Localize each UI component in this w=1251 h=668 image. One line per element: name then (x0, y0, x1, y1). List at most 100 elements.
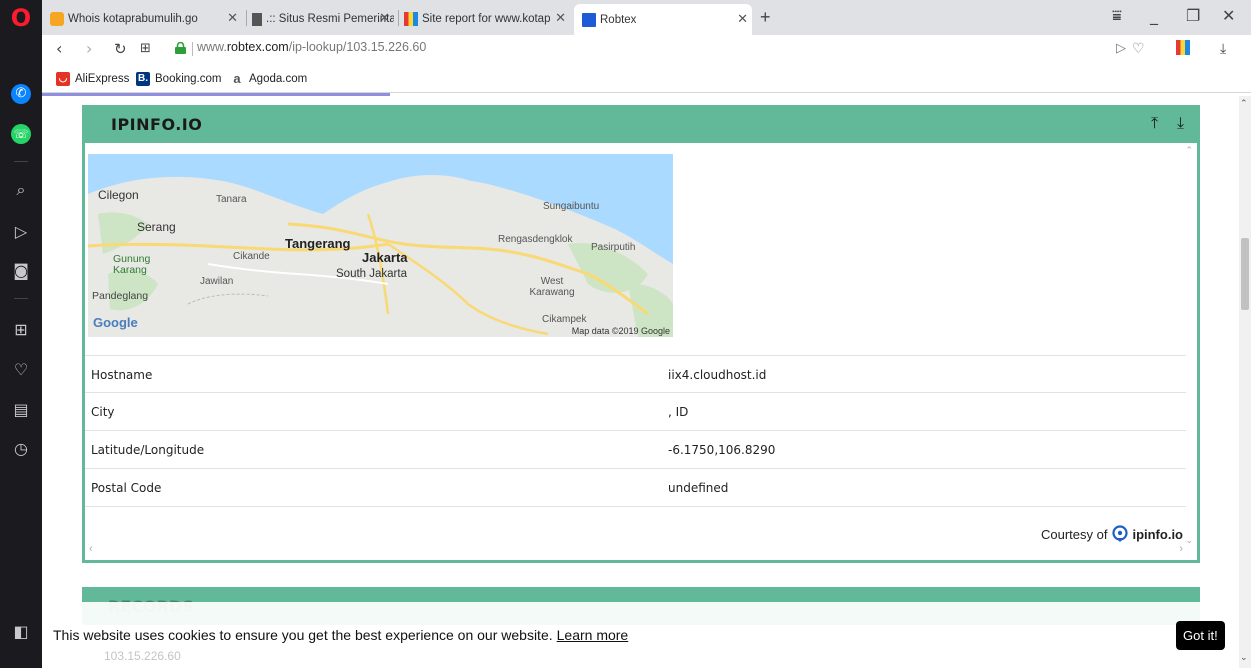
panel-header: IPINFO.IO ⤒ ⤓ (85, 105, 1197, 143)
bookmark-agoda[interactable]: a Agoda.com (230, 72, 307, 86)
heart-icon[interactable]: ♡ (1132, 38, 1145, 60)
table-row: Postal Code undefined (85, 469, 1186, 507)
ipinfo-panel: IPINFO.IO ⤒ ⤓ ⌃ Cilegon Tanara Serang Ta… (82, 105, 1200, 563)
speed-dial-icon[interactable]: ⊞ (9, 318, 33, 342)
row-key: Postal Code (91, 481, 162, 495)
bookmark-label: Booking.com (155, 73, 222, 85)
bookmark-label: AliExpress (75, 73, 130, 85)
url-field[interactable]: www.robtex.com/ip-lookup/103.15.226.60 (197, 40, 426, 54)
map-label: Serang (137, 220, 176, 234)
sidebar-toggle-icon[interactable]: ◧ (9, 620, 33, 644)
page-scrollbar[interactable]: ⌃ ⌄ (1239, 96, 1251, 668)
learn-more-link[interactable]: Learn more (557, 627, 629, 643)
url-domain: robtex.com (226, 40, 289, 54)
bookmarks-bar: ◡ AliExpress B. Booking.com a Agoda.com (42, 63, 1251, 93)
opera-menu-icon[interactable]: O (9, 5, 33, 31)
scroll-down-icon[interactable]: ⤓ (1177, 113, 1184, 133)
table-row: Latitude/Longitude -6.1750,106.8290 (85, 431, 1186, 469)
records-ip: 103.15.226.60 (104, 649, 181, 663)
scroll-top-icon[interactable]: ⤒ (1151, 113, 1158, 133)
lock-icon[interactable] (175, 42, 186, 54)
row-key: Latitude/Longitude (91, 443, 205, 457)
panel-body[interactable]: ⌃ Cilegon Tanara Serang Tangerang Jakart… (85, 143, 1197, 560)
extension-icon[interactable] (1176, 40, 1190, 55)
tab-site-report[interactable]: Site report for www.kotap ✕ (404, 8, 570, 30)
tab-whois[interactable]: Whois kotaprabumulih.go ✕ (50, 8, 242, 30)
location-pin-icon (1112, 525, 1129, 542)
history-icon[interactable]: ◷ (9, 437, 33, 461)
close-tab-icon[interactable]: ✕ (379, 10, 390, 26)
new-tab-button[interactable]: + (760, 7, 771, 28)
bookmark-booking[interactable]: B. Booking.com (136, 72, 221, 86)
tab-label: .:: Situs Resmi Pemerintah (266, 13, 394, 25)
tab-label: Robtex (600, 13, 637, 26)
send-icon[interactable]: ▷ (1116, 38, 1126, 60)
courtesy-brand: ipinfo.io (1132, 526, 1183, 542)
scroll-right-arrow[interactable]: › (1179, 543, 1183, 555)
scroll-left-arrow[interactable]: ‹ (89, 543, 93, 555)
tab-robtex[interactable]: Robtex ✕ (574, 4, 752, 35)
tab-menu-icon[interactable]: ⩸ (1112, 6, 1122, 26)
table-row: Hostname iix4.cloudhost.id (85, 355, 1186, 393)
robtex-favicon-icon (582, 12, 596, 27)
agoda-icon: a (233, 71, 241, 86)
scroll-down-arrow[interactable]: ⌄ (1185, 535, 1193, 546)
panel-title: IPINFO.IO (111, 115, 203, 134)
close-tab-icon[interactable]: ✕ (737, 11, 748, 27)
scroll-up-arrow[interactable]: ⌃ (1240, 98, 1248, 109)
download-icon[interactable]: ⤓ (1220, 38, 1226, 60)
row-value: , ID (668, 405, 689, 419)
speed-dial-icon[interactable]: ⊞ (140, 38, 151, 60)
map-label: Pandeglang (92, 290, 149, 302)
sidebar-divider (14, 161, 28, 162)
address-bar: ‹ › ↻ ⊞ www.robtex.com/ip-lookup/103.15.… (42, 35, 1251, 63)
news-icon[interactable]: ▤ (9, 398, 33, 422)
tab-situs[interactable]: .:: Situs Resmi Pemerintah ✕ (252, 8, 394, 30)
map-copyright: Map data ©2019 Google (571, 326, 670, 336)
snapshot-icon[interactable]: ◙ (9, 259, 33, 283)
whatsapp-icon[interactable]: ☏ (11, 124, 31, 144)
tab-separator (246, 10, 247, 26)
tab-label: Site report for www.kotap (422, 13, 551, 25)
booking-icon: B. (136, 72, 150, 86)
restore-button[interactable]: ❐ (1186, 6, 1200, 26)
back-button[interactable]: ‹ (56, 38, 62, 60)
ipinfo-table: Hostname iix4.cloudhost.id City , ID Lat… (85, 355, 1186, 507)
scroll-thumb[interactable] (1241, 238, 1249, 310)
page-content: IPINFO.IO ⤒ ⤓ ⌃ Cilegon Tanara Serang Ta… (42, 96, 1239, 668)
cookie-message: This website uses cookies to ensure you … (53, 627, 553, 643)
courtesy-link[interactable]: Courtesy of ipinfo.io (1041, 525, 1183, 543)
map-label: Tanara (216, 194, 247, 205)
minimize-button[interactable]: _ (1150, 6, 1158, 26)
aliexpress-icon: ◡ (56, 72, 70, 86)
map-label: Tangerang (285, 236, 351, 251)
sidebar-divider (14, 298, 28, 299)
search-icon[interactable]: ⌕ (9, 178, 33, 202)
messenger-icon[interactable]: ✆ (11, 84, 31, 104)
reload-button[interactable]: ↻ (114, 38, 127, 60)
close-tab-icon[interactable]: ✕ (555, 10, 566, 26)
url-path: /ip-lookup/103.15.226.60 (288, 40, 427, 54)
whois-favicon-icon (50, 12, 64, 26)
got-it-button[interactable]: Got it! (1176, 621, 1225, 650)
bookmark-aliexpress[interactable]: ◡ AliExpress (56, 72, 129, 86)
map-label: Cikampek (542, 314, 587, 325)
close-window-button[interactable]: ✕ (1222, 6, 1235, 26)
map-label: West Karawang (529, 276, 575, 298)
map-label: Sungaibuntu (543, 201, 600, 212)
row-value: iix4.cloudhost.id (668, 368, 767, 382)
map[interactable]: Cilegon Tanara Serang Tangerang Jakarta … (88, 154, 673, 337)
courtesy-prefix: Courtesy of (1040, 526, 1108, 542)
scroll-up-arrow[interactable]: ⌃ (1185, 145, 1193, 156)
heart-icon[interactable]: ♡ (9, 358, 33, 382)
netcraft-favicon-icon (404, 12, 418, 26)
row-value: -6.1750,106.8290 (668, 443, 776, 457)
send-icon[interactable]: ▷ (9, 220, 33, 244)
scroll-down-arrow[interactable]: ⌄ (1240, 652, 1248, 663)
document-favicon-icon (252, 12, 262, 26)
close-tab-icon[interactable]: ✕ (227, 10, 238, 26)
map-label: Gunung Karang (113, 253, 151, 276)
map-label: Pasirputih (591, 242, 636, 253)
forward-button[interactable]: › (86, 38, 92, 60)
url-separator (192, 42, 193, 56)
